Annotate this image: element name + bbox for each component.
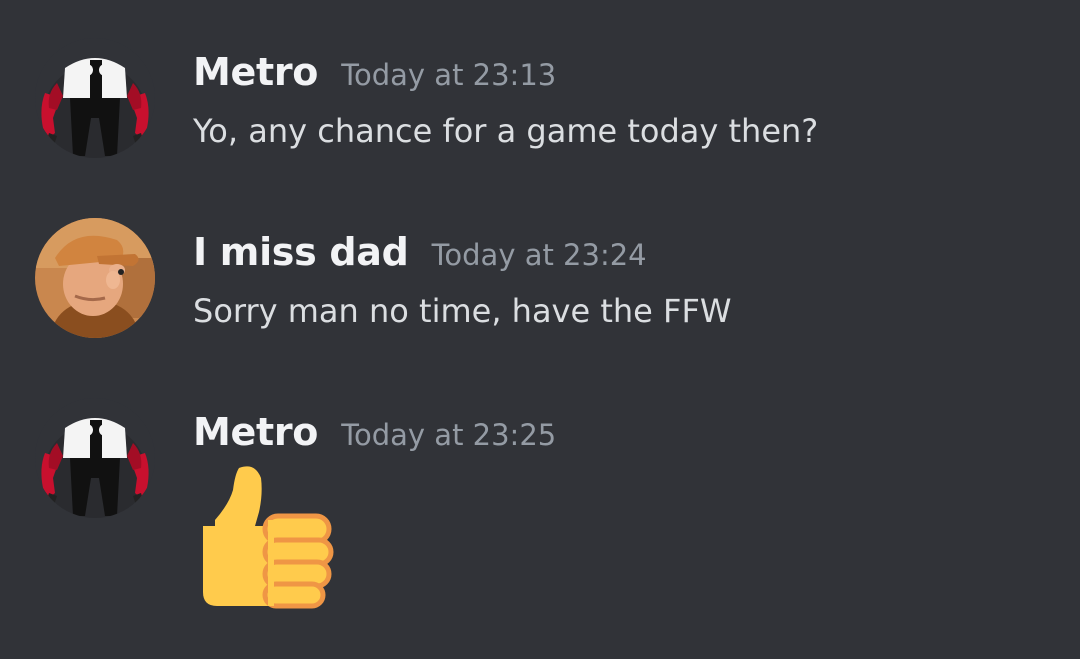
- username[interactable]: I miss dad: [193, 230, 409, 274]
- four-arms-robot-avatar-icon: [35, 398, 155, 518]
- user-avatar[interactable]: [35, 218, 155, 338]
- message-header: I miss dad Today at 23:24: [193, 230, 647, 274]
- message-content: Yo, any chance for a game today then?: [193, 112, 819, 150]
- username[interactable]: Metro: [193, 50, 318, 94]
- user-avatar[interactable]: [35, 38, 155, 158]
- thumbs-up-emoji-icon[interactable]: [195, 460, 335, 610]
- timestamp[interactable]: Today at 23:25: [341, 418, 556, 452]
- message-content: Sorry man no time, have the FFW: [193, 292, 732, 330]
- timestamp[interactable]: Today at 23:13: [341, 58, 556, 92]
- user-avatar[interactable]: [35, 398, 155, 518]
- four-arms-robot-avatar-icon: [35, 38, 155, 158]
- message-header: Metro Today at 23:25: [193, 410, 556, 454]
- timestamp[interactable]: Today at 23:24: [432, 238, 647, 272]
- cartoon-man-cap-avatar-icon: [35, 218, 155, 338]
- username[interactable]: Metro: [193, 410, 318, 454]
- chat-message-list: Metro Today at 23:13 Yo, any chance for …: [0, 0, 1080, 659]
- message-header: Metro Today at 23:13: [193, 50, 556, 94]
